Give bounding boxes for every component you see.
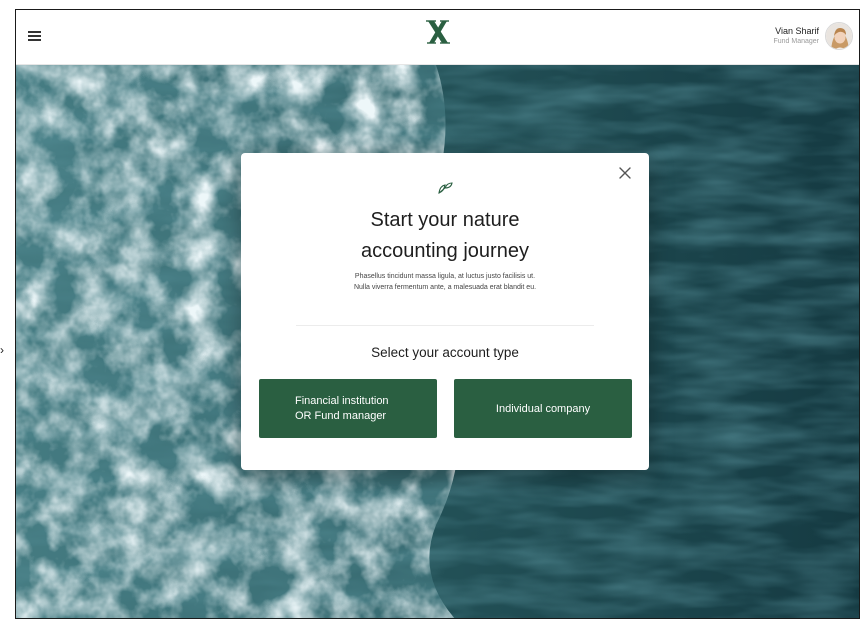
modal-description-line-1: Phasellus tincidunt massa ligula, at luc… xyxy=(354,273,536,280)
account-type-modal: Start your nature accounting journey Pha… xyxy=(241,153,649,470)
app-frame: Vian Sharif Fund Manager Start your natu… xyxy=(15,9,860,619)
x-logo-icon xyxy=(425,20,450,44)
modal-description-line-2: Nulla viverra fermentum ante, a malesuad… xyxy=(353,284,537,291)
financial-institution-label-line-2: OR Fund manager xyxy=(295,409,387,422)
user-info: Vian Sharif Fund Manager xyxy=(773,26,819,47)
user-role: Fund Manager xyxy=(773,37,819,45)
financial-institution-label-line-1: Financial institution xyxy=(295,394,389,407)
brand-logo[interactable] xyxy=(418,19,458,45)
user-profile[interactable]: Vian Sharif Fund Manager xyxy=(773,22,853,50)
plant-leaf-icon xyxy=(438,182,453,194)
modal-title: Start your nature accounting journey xyxy=(241,205,649,267)
individual-company-button[interactable]: Individual company xyxy=(454,379,632,438)
divider xyxy=(296,325,594,326)
close-icon[interactable] xyxy=(617,165,633,181)
top-navigation-bar: Vian Sharif Fund Manager xyxy=(16,10,859,65)
external-arrow-icon: › xyxy=(0,343,4,357)
user-name: Vian Sharif xyxy=(775,25,819,36)
hamburger-menu-icon[interactable] xyxy=(28,29,44,45)
modal-title-line-2: accounting journey xyxy=(361,240,529,262)
modal-description: Phasellus tincidunt massa ligula, at luc… xyxy=(241,271,649,293)
modal-title-line-1: Start your nature xyxy=(370,209,520,231)
avatar[interactable] xyxy=(825,22,853,50)
select-account-type-heading: Select your account type xyxy=(371,345,519,360)
financial-institution-button[interactable]: Financial institution OR Fund manager xyxy=(259,379,437,438)
